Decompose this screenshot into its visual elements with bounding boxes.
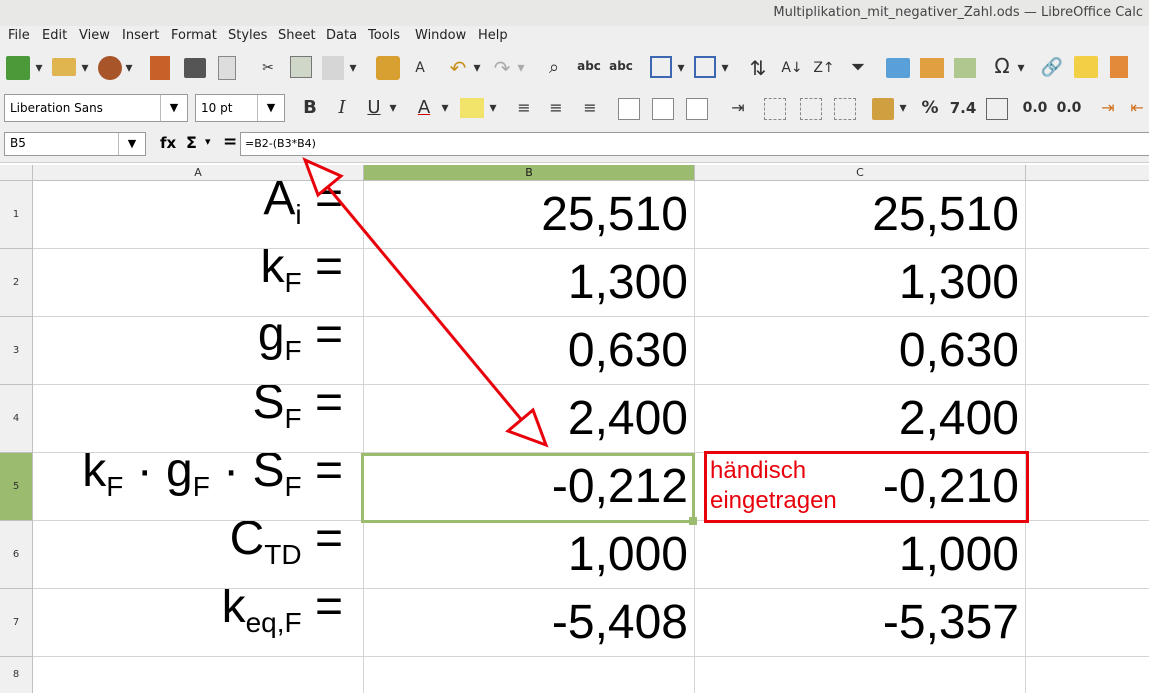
- annotation-arrow: [302, 157, 549, 448]
- arrow-head-top: [302, 157, 344, 198]
- arrow-line: [320, 179, 532, 431]
- arrow-head-bottom: [505, 407, 549, 448]
